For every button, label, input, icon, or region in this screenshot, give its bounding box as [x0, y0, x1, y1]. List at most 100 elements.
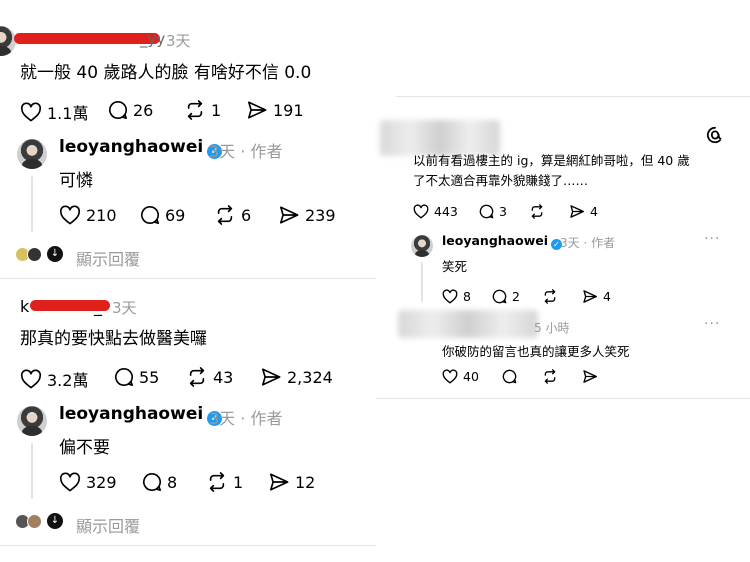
right-reply2-like-button[interactable]: 40 [442, 369, 479, 384]
right-screenshot-panel: 以前有看過樓主的 ig，算是網紅帥哥啦，但 40 歲 了不太適合再靠外貌賺錢了…… [376, 0, 750, 562]
right-post1-like-count: 443 [434, 204, 458, 219]
post1-handle-redaction [14, 33, 160, 44]
right-reply1-comment-count: 2 [512, 289, 520, 304]
right-reply1-avatar[interactable] [411, 235, 433, 257]
right-reply1-username[interactable]: leoyanghaowei ✓ [442, 233, 563, 250]
right-reply2-text: 你破防的留言也真的讓更多人笑死 [442, 344, 630, 359]
share-arrow-icon [270, 473, 289, 491]
post1-repost-button[interactable]: 1 [184, 100, 221, 120]
reply2-meta: 3天 · 作者 [209, 405, 282, 429]
right-reply2-share-button[interactable] [582, 369, 598, 384]
post1-handle[interactable]: _yy [140, 30, 165, 48]
reply2-comment-button[interactable]: 8 [142, 472, 177, 492]
heart-icon [442, 369, 458, 384]
reply2-like-count: 329 [86, 472, 117, 492]
post2-comment-count: 55 [139, 367, 160, 387]
right-reply2-author-blurred[interactable] [398, 310, 538, 338]
reply2-share-count: 12 [295, 472, 316, 492]
right-post1-text-line1: 以前有看過樓主的 ig，算是網紅帥哥啦，但 40 歲 [413, 153, 690, 168]
reply1-repost-button[interactable]: 6 [214, 205, 251, 225]
heart-icon [413, 204, 429, 219]
right-reply1-like-button[interactable]: 8 [442, 289, 471, 304]
post2-like-button[interactable]: 3.2萬 [20, 367, 88, 391]
right-reply1-repost-button[interactable] [542, 289, 558, 304]
comment-bubble-icon [141, 205, 159, 224]
right-reply1-dot: · [583, 236, 588, 250]
arrow-down-icon: ↓ [47, 513, 63, 529]
reply2-username-text: leoyanghaowei [59, 404, 204, 424]
comment-bubble-icon [109, 100, 127, 119]
repost-icon [187, 100, 203, 120]
reply2-like-button[interactable]: 329 [59, 472, 117, 492]
reply1-share-button[interactable]: 239 [278, 205, 336, 225]
right-reply2-time: 5 小時 [534, 321, 570, 335]
repost-icon [544, 289, 556, 304]
repost-icon [209, 472, 225, 492]
reply2-username[interactable]: leoyanghaowei ✓ [59, 404, 223, 426]
reply1-author-tag: 作者 [250, 142, 283, 161]
threads-logo-icon[interactable] [706, 126, 724, 144]
more-options-icon[interactable]: ··· [704, 231, 720, 247]
reply1-thread-line [31, 176, 33, 232]
right-reply1-share-button[interactable]: 4 [582, 289, 611, 304]
post1-like-button[interactable]: 1.1萬 [20, 100, 88, 124]
reply1-username[interactable]: leoyanghaowei ✓ [59, 137, 223, 159]
post2-repost-count: 43 [213, 367, 234, 387]
post1-avatar[interactable] [0, 26, 16, 56]
reply2-avatar[interactable] [17, 406, 47, 436]
reply1-share-count: 239 [305, 205, 336, 225]
share-arrow-icon [583, 370, 597, 383]
post1-share-button[interactable]: 191 [246, 100, 304, 120]
right-reply2-like-count: 40 [463, 369, 479, 384]
reply2-text: 偏不要 [59, 438, 110, 458]
repost-icon [544, 369, 556, 384]
right-post1-text-line2: 了不太適合再靠外貌賺錢了…… [413, 173, 589, 188]
more-options-icon[interactable]: ··· [704, 316, 720, 332]
reply2-share-button[interactable]: 12 [268, 472, 315, 492]
heart-icon [20, 102, 42, 122]
reply1-username-text: leoyanghaowei [59, 137, 204, 157]
right-reply2-repost-button[interactable] [542, 369, 558, 384]
reply2-repost-button[interactable]: 1 [206, 472, 243, 492]
replier-avatar [27, 514, 42, 529]
share-arrow-icon [570, 205, 584, 218]
right-reply1-author-tag: 作者 [591, 236, 616, 250]
post2-comment-button[interactable]: 55 [114, 367, 159, 387]
right-post1-comment-button[interactable]: 3 [479, 204, 507, 219]
arrow-down-icon: ↓ [47, 246, 63, 262]
right-reply1-comment-button[interactable]: 2 [492, 289, 520, 304]
right-reply1-meta: 3天 · 作者 [560, 234, 615, 251]
right-reply1-time: 3天 [560, 236, 580, 250]
reply2-thread-line [31, 443, 33, 499]
post2-handle-start[interactable]: k [20, 297, 29, 316]
reply1-like-button[interactable]: 210 [59, 205, 117, 225]
right-post1-share-button[interactable]: 4 [569, 204, 598, 219]
right-post1-repost-button[interactable] [529, 204, 545, 219]
right-post1-like-button[interactable]: 443 [413, 204, 458, 219]
heart-icon [59, 472, 81, 492]
repost-icon [189, 367, 205, 387]
reply1-comment-button[interactable]: 69 [140, 205, 185, 225]
divider [0, 545, 376, 546]
right-reply2-comment-button[interactable] [502, 369, 517, 384]
reply1-avatar[interactable] [17, 139, 47, 169]
replier-avatar [27, 247, 42, 262]
comment-bubble-icon [502, 369, 517, 384]
right-post1-share-count: 4 [590, 204, 598, 219]
post1-share-count: 191 [273, 100, 304, 120]
post2-like-count: 3.2萬 [47, 371, 89, 390]
post2-share-button[interactable]: 2,324 [260, 367, 333, 387]
reply1-like-count: 210 [86, 205, 117, 225]
post1-comment-button[interactable]: 26 [108, 100, 153, 120]
divider [396, 96, 750, 97]
reply1-show-replies-label: 顯示回覆 [76, 250, 141, 269]
reply1-comment-count: 69 [165, 205, 186, 225]
share-arrow-icon [583, 290, 597, 303]
comment-bubble-icon [492, 289, 507, 304]
post2-repost-button[interactable]: 43 [186, 367, 233, 387]
post2-handle-end[interactable]: _ [94, 297, 102, 316]
right-reply1-username-text: leoyanghaowei [442, 233, 549, 248]
reply1-time: 3天 [209, 142, 236, 161]
reply1-meta: 3天 · 作者 [209, 138, 282, 162]
right-post1-comment-count: 3 [499, 204, 507, 219]
